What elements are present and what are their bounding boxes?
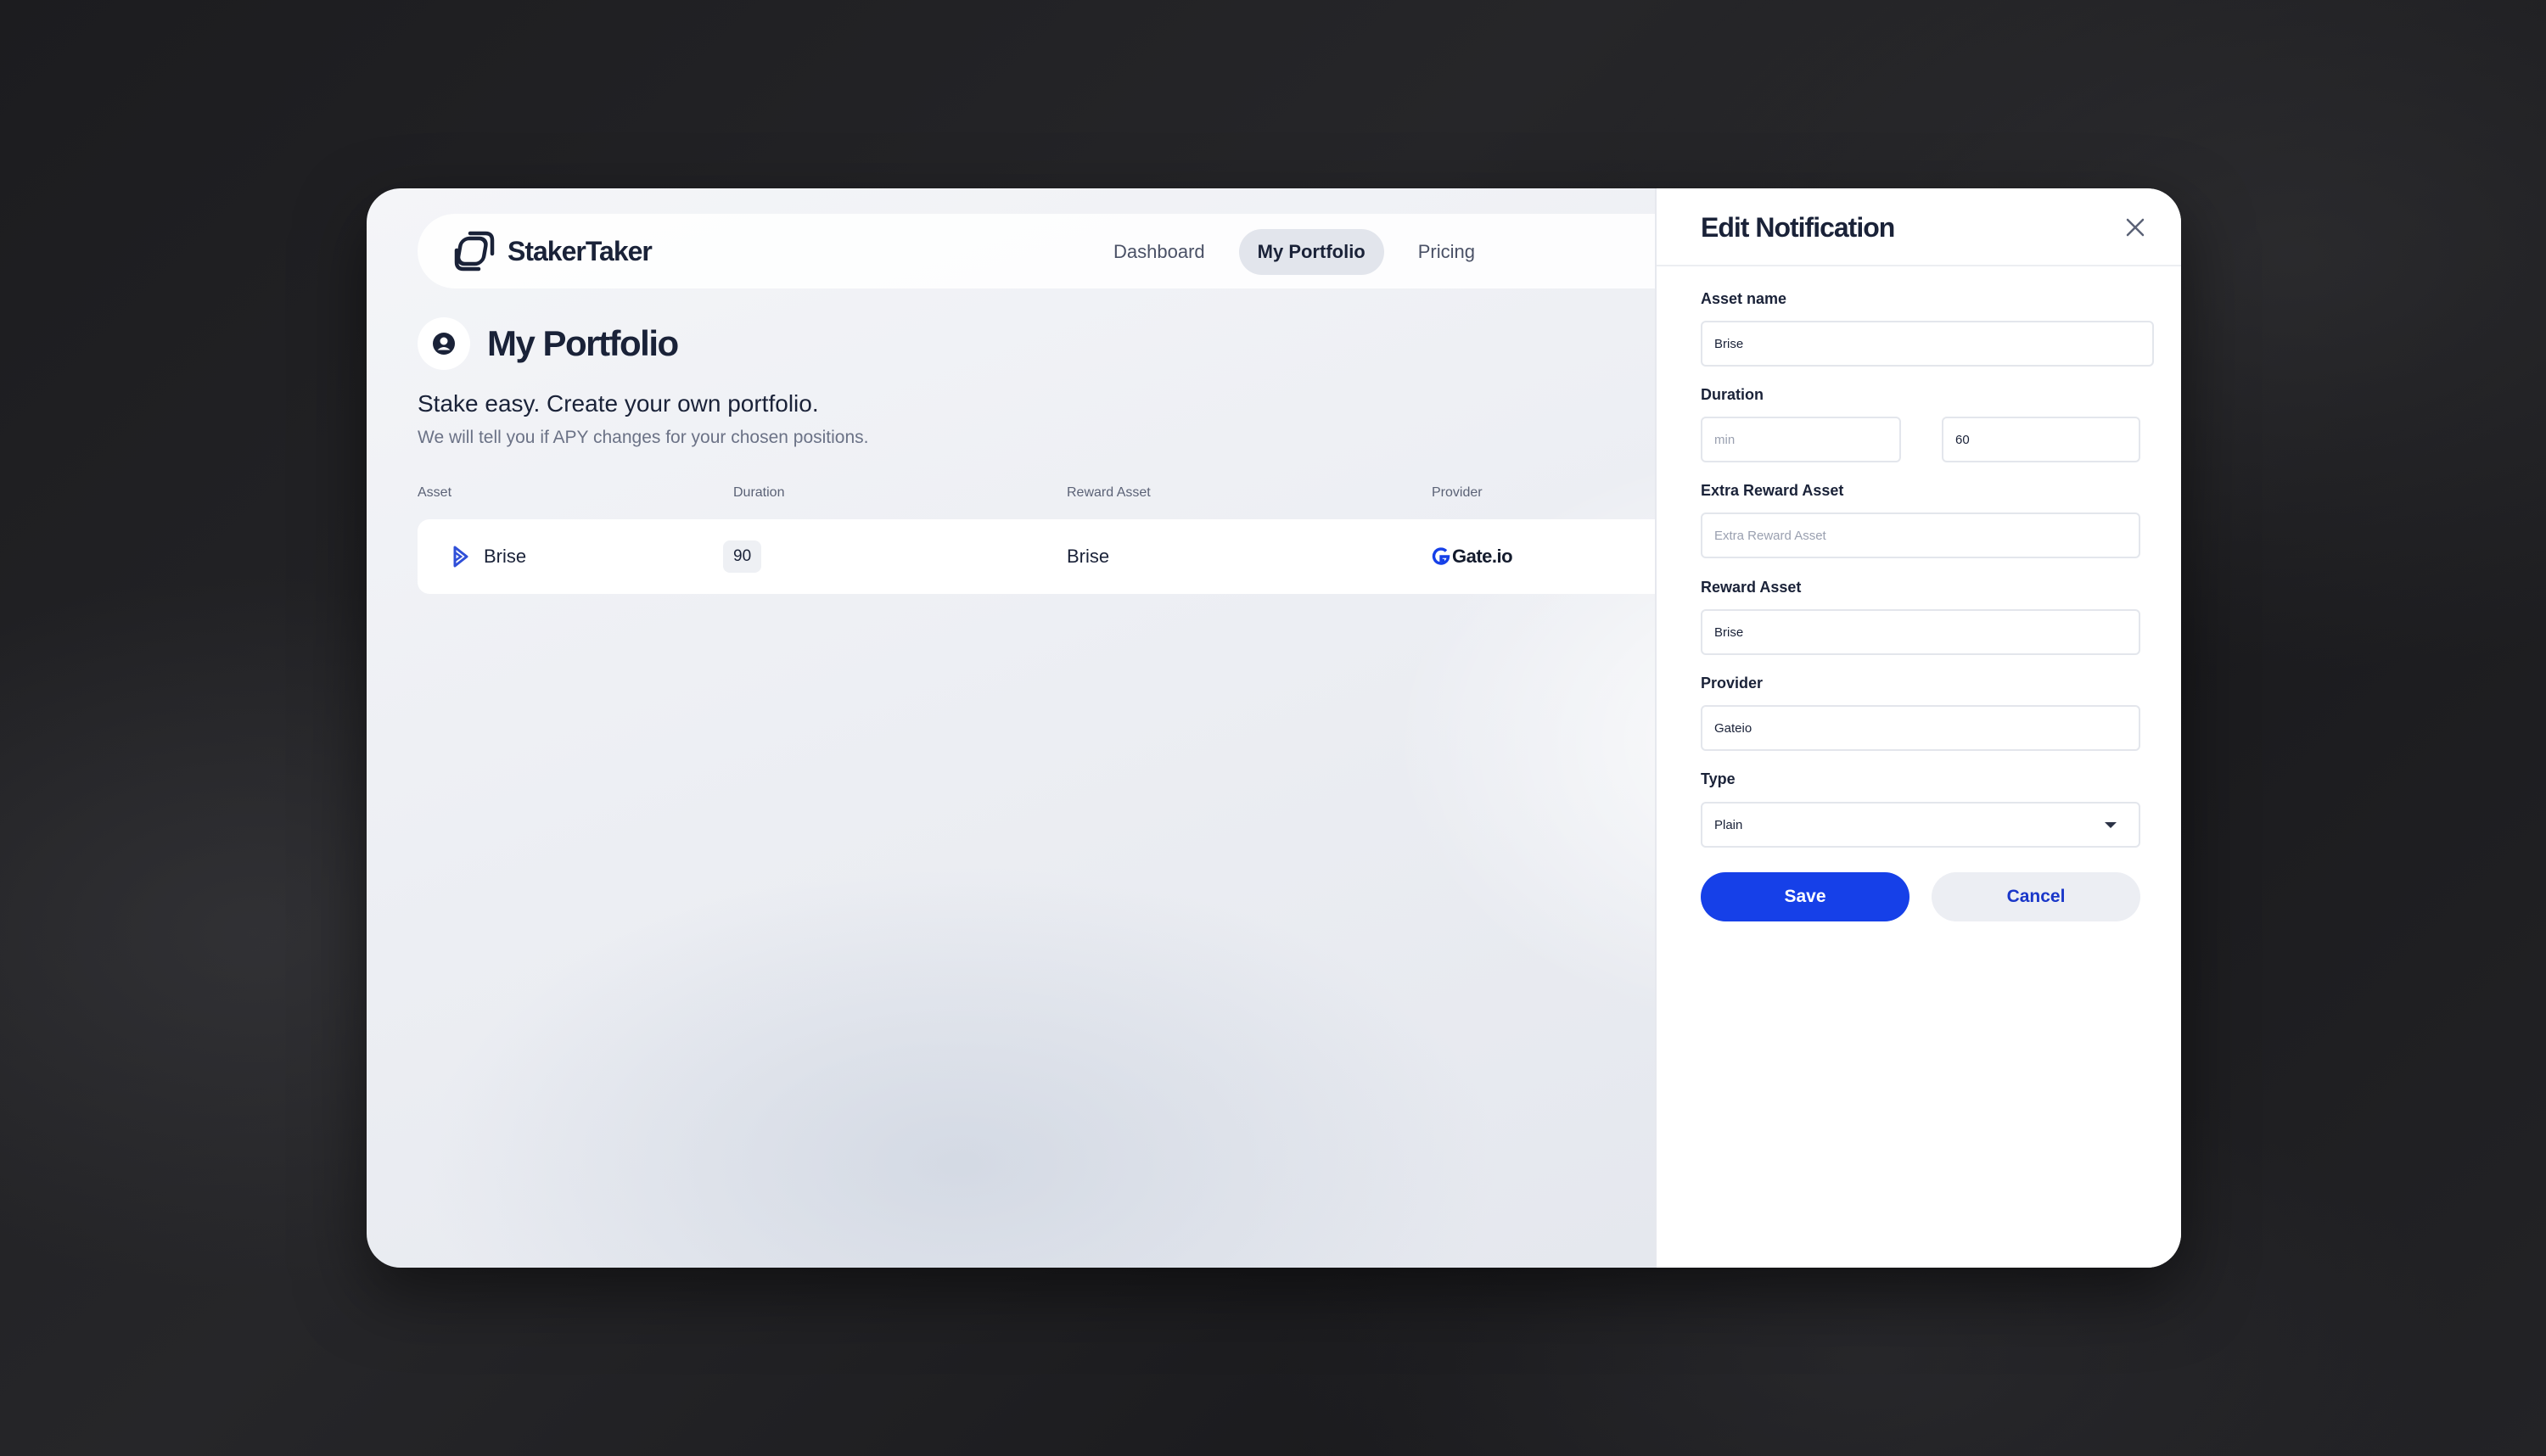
gateio-icon: [1432, 547, 1450, 565]
duration-badge: 90: [723, 540, 762, 573]
column-header-asset: Asset: [418, 485, 452, 500]
extra-reward-label: Extra Reward Asset: [1701, 482, 1844, 499]
cancel-button[interactable]: Cancel: [1932, 872, 2140, 921]
close-icon[interactable]: [2123, 216, 2147, 239]
brise-icon: [453, 546, 468, 568]
chevron-down-icon: [2105, 822, 2117, 828]
type-select-value: Plain: [1714, 817, 1743, 832]
stakertaker-logo-icon: [454, 231, 495, 272]
asset-cell: Brise: [451, 519, 526, 594]
duration-label: Duration: [1701, 386, 1764, 403]
asset-name-label: Asset name: [1701, 290, 1787, 307]
top-nav: StakerTaker Dashboard My Portfolio Prici…: [418, 214, 1741, 288]
app-window: StakerTaker Dashboard My Portfolio Prici…: [367, 188, 2181, 1268]
nav-pricing[interactable]: Pricing: [1399, 229, 1494, 275]
edit-notification-panel: Edit Notification Asset name Duration to…: [1655, 188, 2181, 1268]
column-header-duration: Duration: [733, 485, 785, 500]
user-icon: [433, 333, 455, 355]
asset-name-input[interactable]: [1701, 321, 2154, 367]
type-select[interactable]: Plain: [1701, 802, 2140, 848]
asset-name: Brise: [484, 546, 527, 567]
reward-asset-input[interactable]: [1701, 609, 2140, 655]
provider-cell: Gate.io: [1432, 519, 1513, 594]
app-name: StakerTaker: [508, 235, 653, 266]
column-header-provider: Provider: [1432, 485, 1483, 500]
provider-name: Gate.io: [1452, 546, 1513, 567]
nav-my-portfolio[interactable]: My Portfolio: [1238, 229, 1384, 275]
reward-asset-label: Reward Asset: [1701, 579, 1802, 596]
extra-reward-input[interactable]: [1701, 512, 2140, 558]
column-header-reward-asset: Reward Asset: [1067, 485, 1151, 500]
nav-links: Dashboard My Portfolio Pricing: [1095, 229, 1509, 275]
nav-dashboard[interactable]: Dashboard: [1095, 229, 1224, 275]
page-description: We will tell you if APY changes for your…: [418, 428, 869, 447]
panel-title: Edit Notification: [1701, 212, 1895, 243]
provider-input[interactable]: [1701, 705, 2140, 751]
avatar: [418, 317, 470, 370]
page-header: My Portfolio: [418, 317, 679, 370]
duration-cell: 90: [723, 519, 762, 594]
type-label: Type: [1701, 770, 1736, 787]
duration-min-input[interactable]: [1701, 417, 1901, 462]
provider-label: Provider: [1701, 675, 1764, 692]
save-button[interactable]: Save: [1701, 872, 1910, 921]
gateio-logo: Gate.io: [1432, 546, 1513, 568]
page-subtitle: Stake easy. Create your own portfolio.: [418, 390, 819, 417]
page-title: My Portfolio: [487, 323, 679, 363]
panel-header: Edit Notification: [1657, 188, 2181, 266]
duration-max-input[interactable]: [1942, 417, 2140, 462]
logo[interactable]: StakerTaker: [451, 228, 653, 274]
table-row[interactable]: Brise 90 Brise Gate.io: [418, 519, 1775, 594]
reward-asset-cell: Brise: [1067, 546, 1110, 567]
